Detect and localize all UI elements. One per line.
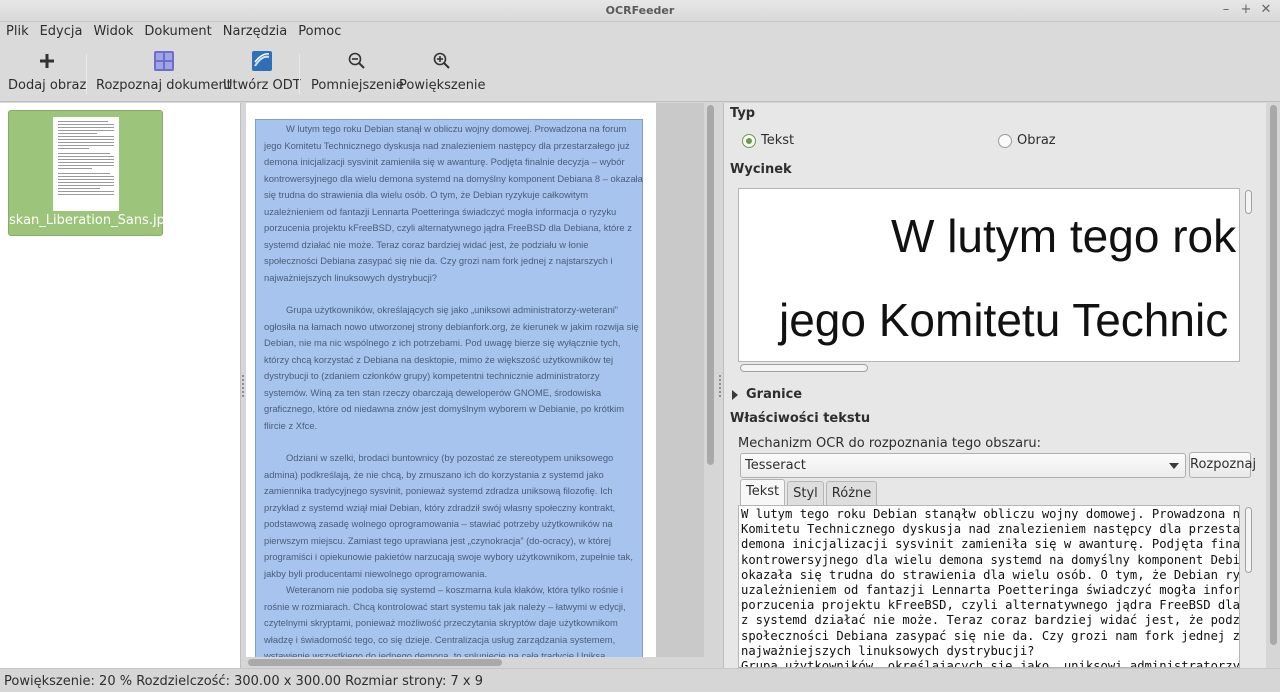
menu-widok[interactable]: Widok — [90, 22, 136, 44]
add-image-label: Dodaj obraz — [8, 78, 87, 93]
ocr-engine-value: Tesseract — [745, 458, 806, 473]
type-text-label: Tekst — [761, 133, 795, 148]
add-image-button[interactable]: Dodaj obraz — [8, 50, 86, 93]
crop-preview-line: jego Komitetu Technic — [779, 294, 1229, 346]
page-thumbnail[interactable]: skan_Liberation_Sans.jpg — [8, 110, 174, 236]
type-image-label: Obraz — [1017, 133, 1056, 148]
status-bar: Powiększenie: 20 % Rozdzielczość: 300.00… — [0, 668, 1280, 692]
odt-document-icon — [251, 50, 273, 72]
type-header: Typ — [730, 106, 756, 121]
document-page: W lutym tego roku Debian stanął w oblicz… — [246, 103, 656, 657]
page-text: W lutym tego roku Debian stanął w oblicz… — [264, 121, 644, 657]
text-properties-header: Właściwości tekstu — [730, 411, 871, 426]
toolbar-separator — [299, 54, 300, 94]
menu-dokument[interactable]: Dokument — [141, 22, 214, 44]
minimize-icon[interactable]: – — [1218, 2, 1234, 18]
create-odt-label: Utwórz ODT — [223, 78, 301, 93]
zoom-in-icon — [431, 50, 453, 72]
menu-plik[interactable]: Plik — [3, 22, 32, 44]
tab-style[interactable]: Styl — [787, 481, 824, 505]
page-paragraph: Odziani w szelki, brodaci buntownicy (by… — [264, 452, 633, 579]
document-view: W lutym tego roku Debian stanął w oblicz… — [246, 103, 704, 657]
type-text-radio[interactable]: Tekst — [742, 133, 794, 148]
zoom-out-icon — [346, 50, 368, 72]
text-editor-scrollbar[interactable] — [1242, 505, 1254, 668]
document-horizontal-scrollbar[interactable] — [246, 657, 704, 668]
recognize-document-button[interactable]: Rozpoznaj dokument — [96, 50, 232, 93]
recognize-document-label: Rozpoznaj dokument — [96, 78, 232, 93]
crop-preview-line: W lutym tego rok — [891, 210, 1237, 262]
pane-splitter[interactable] — [719, 375, 722, 401]
page-paragraph: Grupa użytkowników, określających się ja… — [264, 304, 639, 431]
tab-misc[interactable]: Różne — [825, 481, 878, 505]
recognized-text: W lutym tego roku Debian stanąłw obliczu… — [741, 507, 1240, 668]
bounds-label: Granice — [746, 387, 803, 402]
pages-panel: skan_Liberation_Sans.jpg — [0, 103, 241, 668]
window-title: OCRFeeder — [605, 4, 675, 17]
page-filename: skan_Liberation_Sans.jpg — [9, 213, 174, 228]
menu-narzedzia[interactable]: Narzędzia — [220, 22, 291, 44]
toolbar-separator — [86, 54, 87, 94]
title-bar: OCRFeeder – + ✕ — [0, 0, 1280, 22]
recognized-text-editor[interactable]: W lutym tego roku Debian stanąłw obliczu… — [738, 505, 1240, 668]
tab-text[interactable]: Tekst — [740, 479, 786, 505]
plus-icon — [36, 50, 58, 72]
zoom-in-button[interactable]: Powiększenie — [399, 50, 486, 93]
crop-horizontal-scrollbar[interactable] — [738, 363, 1240, 373]
document-vertical-scrollbar[interactable] — [704, 103, 717, 657]
bounds-expander[interactable]: Granice — [732, 387, 802, 402]
zoom-out-label: Pomniejszenie — [311, 78, 404, 93]
radio-selected-icon — [742, 133, 756, 148]
expander-arrow-icon — [732, 389, 738, 400]
toolbar: Dodaj obraz Rozpoznaj dokument Utwórz OD… — [0, 44, 1280, 102]
close-icon[interactable]: ✕ — [1258, 2, 1274, 18]
zoom-out-button[interactable]: Pomniejszenie — [311, 50, 404, 93]
page-paragraph: Weteranom nie podoba się systemd – koszm… — [264, 584, 626, 657]
maximize-icon[interactable]: + — [1238, 2, 1254, 18]
ocr-engine-select[interactable]: Tesseract — [740, 453, 1186, 478]
crop-header: Wycinek — [730, 162, 792, 177]
menu-edycja[interactable]: Edycja — [37, 22, 86, 44]
pane-splitter[interactable] — [242, 375, 245, 401]
area-properties-panel: Typ Tekst Obraz Wycinek W lutym tego rok… — [723, 103, 1266, 668]
crop-vertical-scrollbar[interactable] — [1242, 188, 1254, 362]
zoom-in-label: Powiększenie — [399, 78, 486, 93]
menu-pomoc[interactable]: Pomoc — [295, 22, 344, 44]
menu-bar: Plik Edycja Widok Dokument Narzędzia Pom… — [0, 22, 1280, 44]
properties-tabs: Tekst Styl Różne — [740, 479, 879, 505]
crop-preview: W lutym tego rok jego Komitetu Technic — [738, 188, 1240, 362]
page-thumbnail-image — [53, 117, 119, 211]
radio-unselected-icon — [998, 133, 1012, 148]
properties-scrollbar[interactable] — [1266, 103, 1280, 668]
create-odt-button[interactable]: Utwórz ODT — [223, 50, 301, 93]
dropdown-arrow-icon — [1169, 463, 1179, 469]
recognize-button[interactable]: Rozpoznaj — [1189, 452, 1256, 478]
type-image-radio[interactable]: Obraz — [998, 133, 1056, 148]
ocr-engine-label: Mechanizm OCR do rozpoznania tego obszar… — [738, 436, 1042, 451]
page-paragraph: W lutym tego roku Debian stanął w oblicz… — [264, 123, 643, 283]
recognize-icon — [153, 50, 175, 72]
